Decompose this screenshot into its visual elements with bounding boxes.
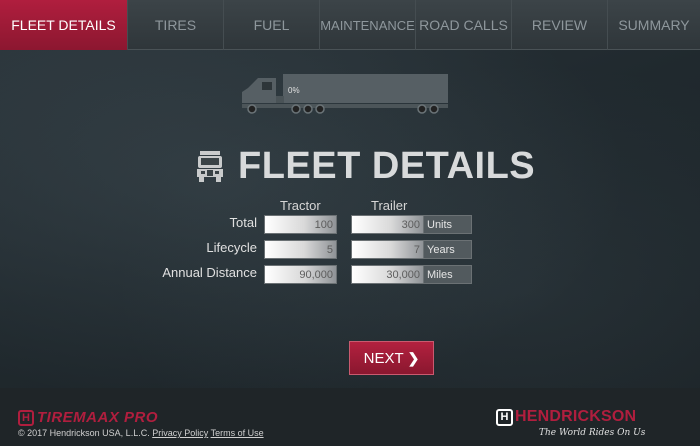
- title-area: FLEET DETAILS: [196, 144, 535, 188]
- next-button-label: NEXT: [363, 349, 404, 367]
- chevron-right-icon: ❯: [407, 349, 420, 366]
- tiremaax-brand: TIREMAAX PRO: [37, 409, 159, 426]
- tab-tires[interactable]: TIRES: [128, 0, 224, 50]
- background: [0, 0, 700, 446]
- hendrickson-h-icon: H: [18, 409, 34, 426]
- tab-road-calls[interactable]: ROAD CALLS: [416, 0, 512, 50]
- tab-maintenance[interactable]: MAINTENANCE: [320, 0, 416, 50]
- hendrickson-logo: H HENDRICKSON: [496, 408, 636, 426]
- trailer-total-input[interactable]: 300: [351, 215, 424, 234]
- page-title: FLEET DETAILS: [238, 144, 536, 187]
- progress-label: 0%: [288, 86, 300, 95]
- tractor-lifecycle-input[interactable]: 5: [264, 240, 337, 259]
- hendrickson-brand: HENDRICKSON: [515, 408, 637, 425]
- tractor-annual-distance-input[interactable]: 90,000: [264, 265, 337, 284]
- tab-fuel[interactable]: FUEL: [224, 0, 320, 50]
- tab-summary[interactable]: SUMMARY: [608, 0, 700, 50]
- row-label-annual-distance: Annual Distance: [162, 265, 257, 280]
- privacy-policy-link[interactable]: Privacy Policy: [152, 428, 208, 438]
- tab-fleet-details[interactable]: FLEET DETAILS: [0, 0, 128, 50]
- tractor-total-input[interactable]: 100: [264, 215, 337, 234]
- hendrickson-mark-icon: H: [496, 408, 513, 426]
- next-button[interactable]: NEXT ❯: [349, 341, 434, 375]
- truck-front-icon: [197, 151, 223, 182]
- row-label-lifecycle: Lifecycle: [206, 240, 257, 255]
- copyright-text: © 2017 Hendrickson USA, L.L.C.: [18, 428, 150, 438]
- tab-review[interactable]: REVIEW: [512, 0, 608, 50]
- tiremaax-logo: H TIREMAAX PRO: [18, 409, 158, 426]
- truck-progress-icon: [242, 74, 448, 114]
- trailer-lifecycle-input[interactable]: 7: [351, 240, 424, 259]
- copyright-line: © 2017 Hendrickson USA, L.L.C. Privacy P…: [18, 428, 264, 438]
- unit-label-annual-distance: Miles: [424, 265, 472, 284]
- column-header-tractor: Tractor: [280, 198, 321, 213]
- unit-label-lifecycle: Years: [424, 240, 472, 259]
- row-label-total: Total: [229, 215, 257, 230]
- column-header-trailer: Trailer: [371, 198, 408, 213]
- tagline: The World Rides On Us: [539, 428, 646, 438]
- unit-label-total: Units: [424, 215, 472, 234]
- top-nav: FLEET DETAILS TIRES FUEL MAINTENANCE ROA…: [0, 0, 700, 50]
- trailer-annual-distance-input[interactable]: 30,000: [351, 265, 424, 284]
- terms-of-use-link[interactable]: Terms of Use: [211, 428, 264, 438]
